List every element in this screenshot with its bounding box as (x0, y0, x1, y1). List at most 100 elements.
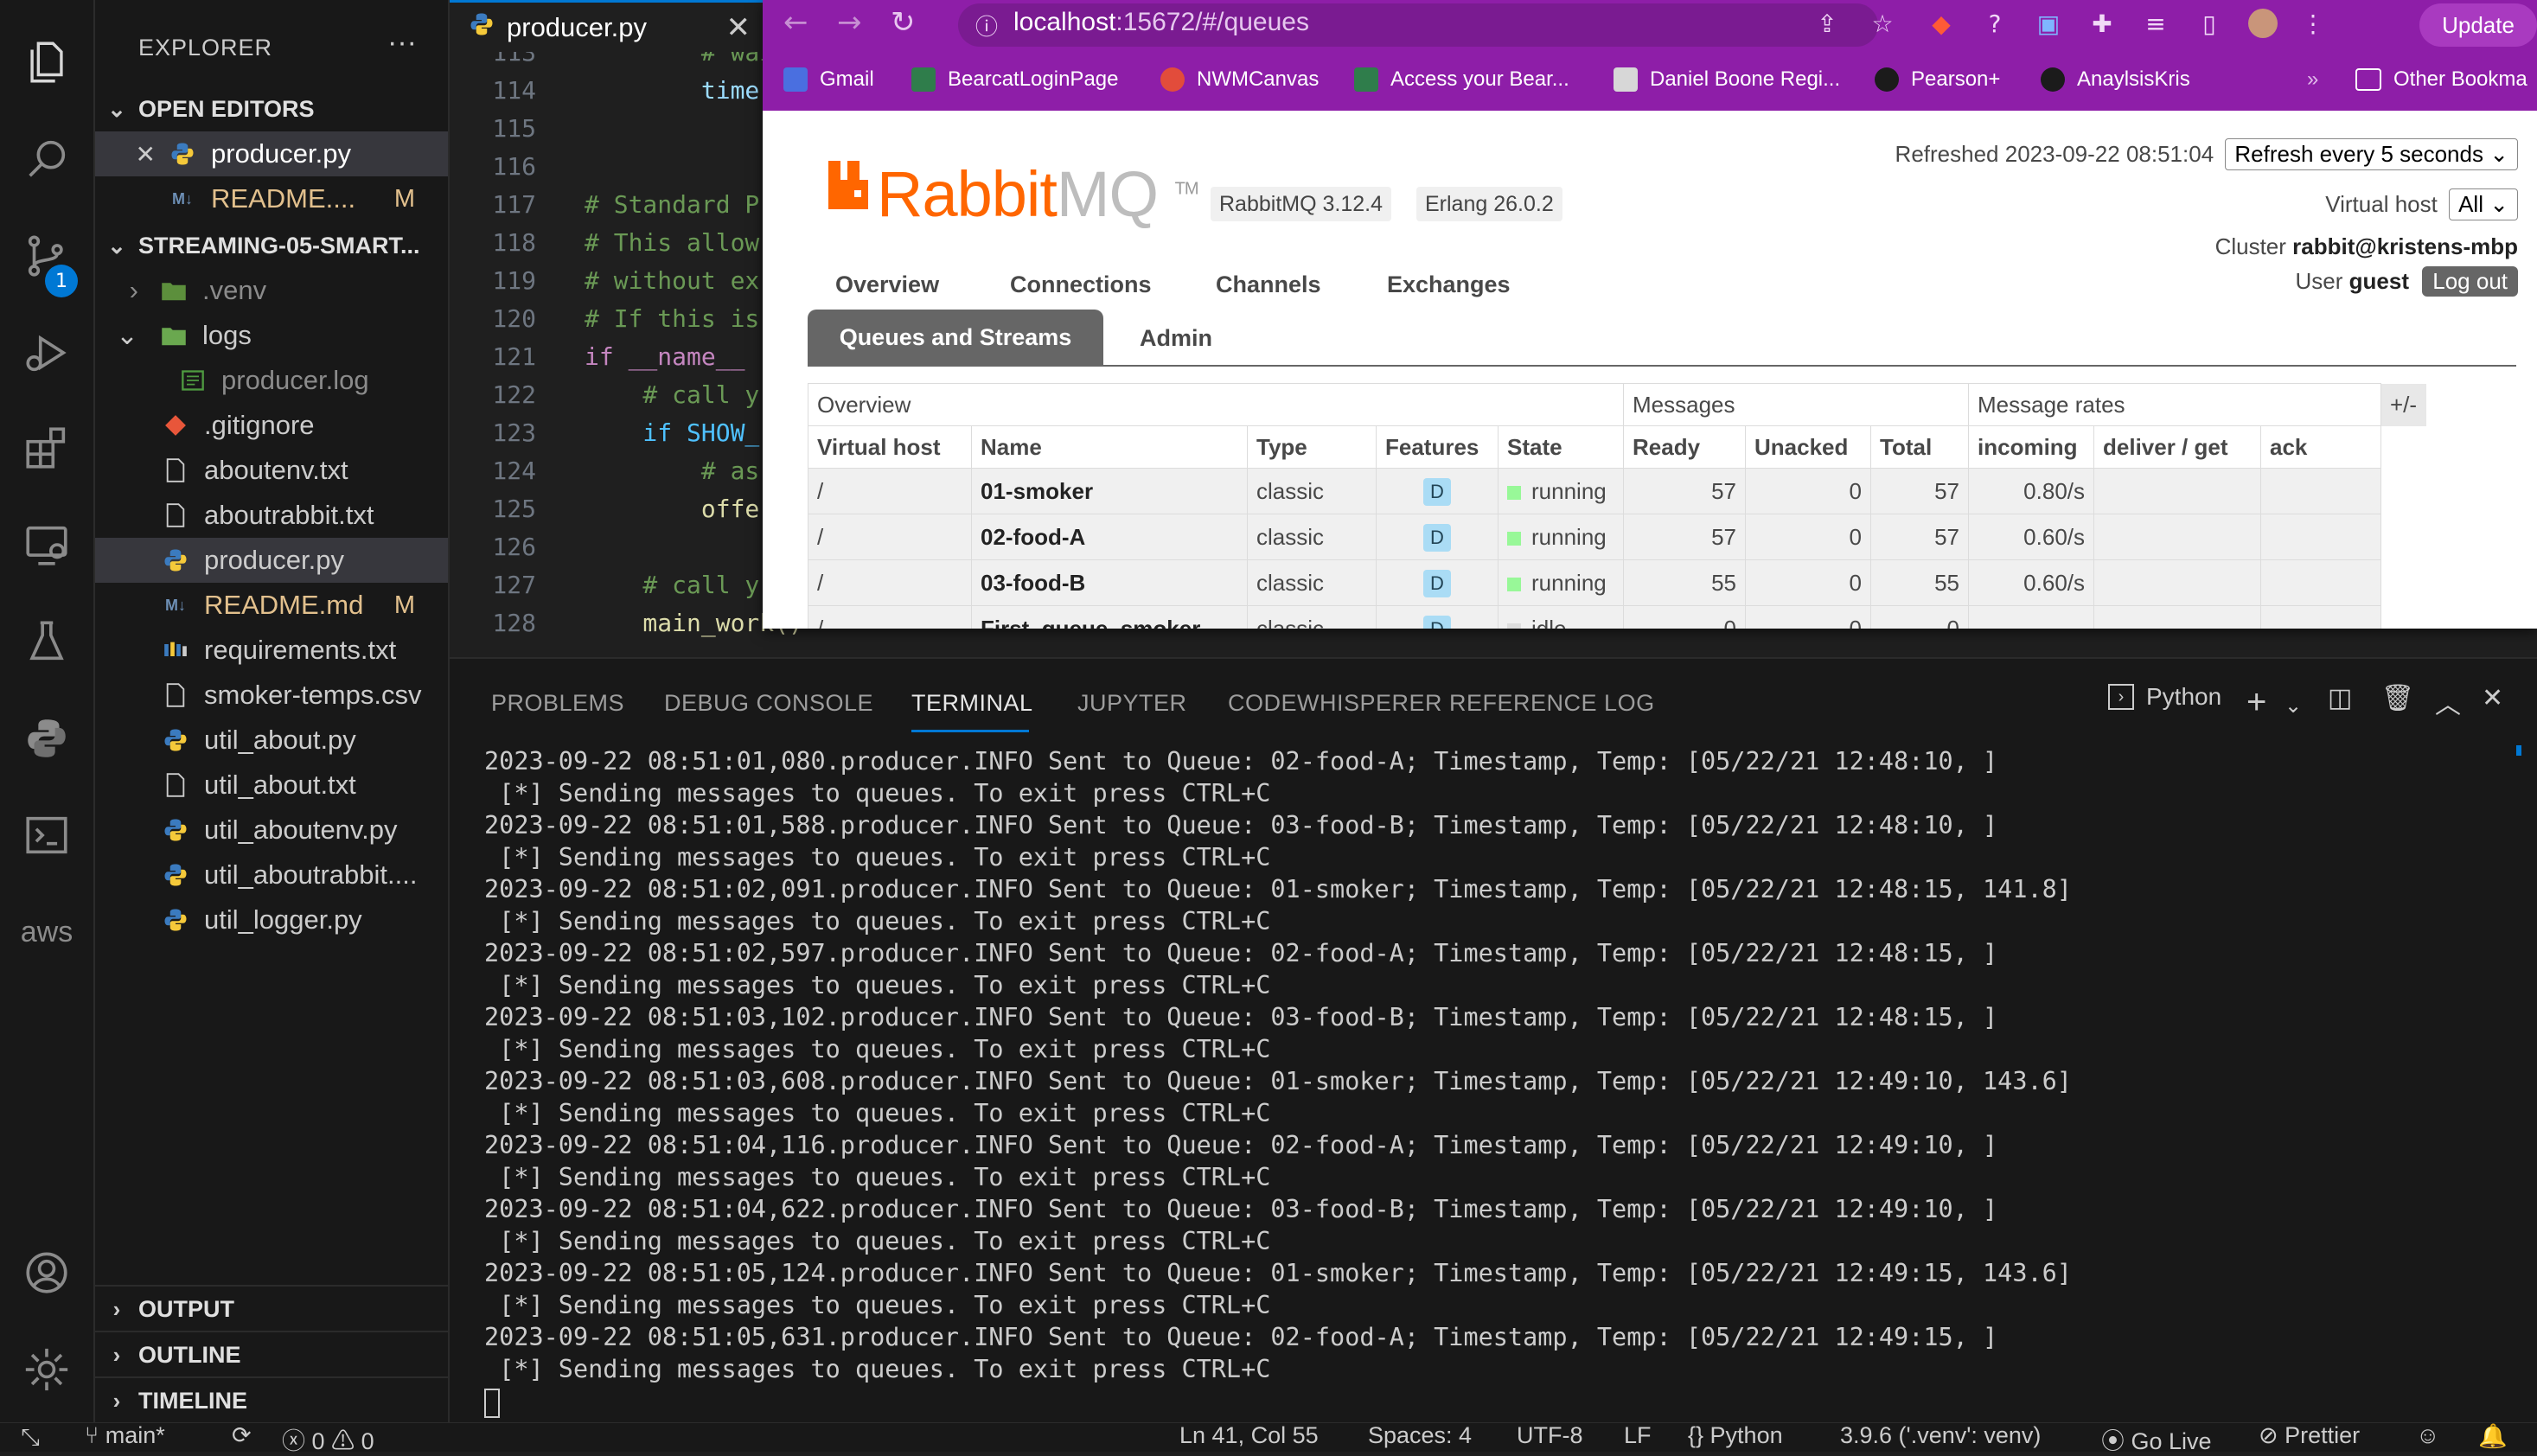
tree-item-aboutenv[interactable]: aboutenv.txt (95, 448, 448, 493)
tree-item-producer-log[interactable]: producer.log (95, 358, 448, 403)
files-icon[interactable] (19, 35, 74, 90)
tree-item-producer-py[interactable]: producer.py (95, 538, 448, 583)
share-icon[interactable]: ⇪ (1812, 9, 1842, 38)
column-header[interactable]: Type (1247, 425, 1377, 469)
outline-section[interactable]: › OUTLINE (95, 1331, 448, 1377)
tree-item-util-logger[interactable]: util_logger.py (95, 897, 448, 942)
brave-shield-icon[interactable]: ◆ (1927, 9, 1956, 38)
encoding[interactable]: UTF-8 (1517, 1422, 1583, 1449)
puzzle-icon[interactable]: ✚ (2087, 9, 2117, 38)
update-button[interactable]: Update (2419, 3, 2537, 47)
reload-icon[interactable]: ↻ (891, 5, 916, 40)
column-header[interactable]: ack (2260, 425, 2381, 469)
problems-indicator[interactable]: ⓧ 0 ⚠ 0 (282, 1422, 374, 1456)
column-header[interactable]: Name (971, 425, 1248, 469)
nav-exchanges[interactable]: Exchanges (1387, 271, 1511, 298)
help-extension-icon[interactable]: ? (1980, 9, 2010, 38)
queue-name-link[interactable]: 01-smoker (971, 468, 1248, 514)
close-panel-icon[interactable]: ✕ (2482, 683, 2503, 713)
timeline-section[interactable]: › TIMELINE (95, 1376, 448, 1423)
refresh-interval-select[interactable]: Refresh every 5 seconds ⌄ (2225, 138, 2518, 170)
trash-icon[interactable]: 🗑 (2381, 683, 2414, 713)
more-actions-icon[interactable]: ··· (387, 26, 417, 60)
column-header[interactable]: deliver / get (2093, 425, 2261, 469)
queue-row[interactable]: / 02-food-A classic D running 57 0 57 0.… (808, 514, 2426, 560)
tree-item-util-about-txt[interactable]: util_about.txt (95, 763, 448, 808)
aws-icon[interactable]: aws (19, 904, 74, 960)
tree-item-readme[interactable]: M↓ README.md M (95, 583, 448, 628)
site-info-icon[interactable]: ⓘ (975, 10, 998, 42)
sidebar-icon[interactable]: ▯ (2195, 9, 2224, 38)
nav-connections[interactable]: Connections (1010, 271, 1152, 298)
tree-item-logs[interactable]: ⌄ logs (95, 313, 448, 358)
tree-item-venv[interactable]: › .venv (95, 268, 448, 313)
account-icon[interactable] (19, 1245, 74, 1300)
tab-terminal[interactable]: TERMINAL (911, 690, 1033, 717)
new-terminal-icon[interactable]: + (2246, 683, 2266, 722)
columns-toggle-button[interactable]: +/- (2380, 383, 2426, 426)
output-section[interactable]: › OUTPUT (95, 1285, 448, 1331)
logout-button[interactable]: Log out (2422, 266, 2518, 297)
tab-debug-console[interactable]: DEBUG CONSOLE (664, 690, 873, 717)
language-mode[interactable]: {} Python (1688, 1422, 1783, 1449)
column-header[interactable]: Unacked (1745, 425, 1871, 469)
run-debug-icon[interactable] (19, 325, 74, 380)
bookmark-anaylsiskris[interactable]: AnaylsisKris (2041, 65, 2190, 94)
cursor-position[interactable]: Ln 41, Col 55 (1179, 1422, 1319, 1449)
queue-name-link[interactable]: 03-food-B (971, 559, 1248, 606)
queue-row[interactable]: / 03-food-B classic D running 55 0 55 0.… (808, 559, 2426, 606)
settings-gear-icon[interactable] (19, 1342, 74, 1397)
close-icon[interactable]: ✕ (95, 140, 168, 169)
terminal-profile[interactable]: › Python (2108, 683, 2221, 711)
go-live[interactable]: ⦿ Go Live (2101, 1422, 2212, 1456)
tree-item-requirements[interactable]: requirements.txt (95, 628, 448, 673)
column-header[interactable]: Features (1376, 425, 1499, 469)
queue-row[interactable]: / 01-smoker classic D running 57 0 57 0.… (808, 468, 2426, 514)
column-header[interactable]: incoming (1968, 425, 2094, 469)
tab-problems[interactable]: PROBLEMS (491, 690, 624, 717)
bookmark-bearcat[interactable]: BearcatLoginPage (911, 65, 1118, 94)
search-icon[interactable] (19, 131, 74, 187)
terminal-output[interactable]: 2023-09-22 08:51:01,080.producer.INFO Se… (484, 747, 2525, 1421)
testing-icon[interactable] (19, 614, 74, 669)
tree-item-util-aboutenv[interactable]: util_aboutenv.py (95, 808, 448, 853)
python-icon[interactable] (19, 711, 74, 766)
tab-producer-py[interactable]: producer.py ✕ (450, 0, 768, 52)
tree-item-util-about-py[interactable]: util_about.py (95, 718, 448, 763)
column-header[interactable]: Ready (1623, 425, 1746, 469)
vhost-select[interactable]: All ⌄ (2449, 188, 2518, 220)
extension-icon[interactable]: ▣ (2034, 9, 2063, 38)
profile-avatar-icon[interactable] (2248, 9, 2278, 38)
python-interpreter[interactable]: 3.9.6 ('.venv': venv) (1840, 1422, 2041, 1449)
bookmarks-overflow-icon[interactable]: » (2307, 65, 2318, 94)
queue-name-link[interactable]: First_queue_smoker (971, 605, 1248, 629)
sync-icon[interactable]: ⟳ (232, 1422, 252, 1449)
chevron-down-icon[interactable]: ⌄ (2285, 693, 2302, 718)
queue-row[interactable]: / First_queue_smoker classic D idle 0 0 … (808, 605, 2426, 629)
nav-queues-and-streams[interactable]: Queues and Streams (808, 310, 1103, 365)
nav-channels[interactable]: Channels (1216, 271, 1321, 298)
indentation[interactable]: Spaces: 4 (1368, 1422, 1472, 1449)
terminal-icon[interactable] (19, 808, 74, 863)
bookmark-nwmcanvas[interactable]: NWMCanvas (1160, 65, 1319, 94)
tree-item-aboutrabbit[interactable]: aboutrabbit.txt (95, 493, 448, 538)
open-editors-section[interactable]: ⌄ OPEN EDITORS (95, 86, 448, 131)
tree-item-gitignore[interactable]: .gitignore (95, 403, 448, 448)
open-editor-readme[interactable]: M↓ README.... M (95, 176, 448, 221)
queue-name-link[interactable]: 02-food-A (971, 514, 1248, 560)
close-icon[interactable]: ✕ (726, 10, 751, 45)
open-editor-producer[interactable]: ✕ producer.py (95, 131, 448, 176)
other-bookmarks[interactable]: Other Bookma (2355, 65, 2527, 94)
menu-dots-icon[interactable]: ⋮ (2298, 9, 2328, 38)
tree-item-util-aboutrabbit[interactable]: util_aboutrabbit.... (95, 853, 448, 897)
nav-overview[interactable]: Overview (835, 271, 939, 298)
bookmark-gmail[interactable]: Gmail (783, 65, 874, 94)
back-icon[interactable]: ← (783, 5, 808, 40)
tab-codewhisperer-log[interactable]: CODEWHISPERER REFERENCE LOG (1228, 690, 1655, 717)
tab-jupyter[interactable]: JUPYTER (1077, 690, 1187, 717)
branch-indicator[interactable]: ⑂ main* (85, 1422, 165, 1449)
column-header[interactable]: Virtual host (808, 425, 972, 469)
extensions-icon[interactable] (19, 420, 74, 476)
remote-indicator-icon[interactable]: ⤡ (0, 1423, 61, 1452)
reading-list-icon[interactable]: ≡ (2141, 9, 2170, 38)
